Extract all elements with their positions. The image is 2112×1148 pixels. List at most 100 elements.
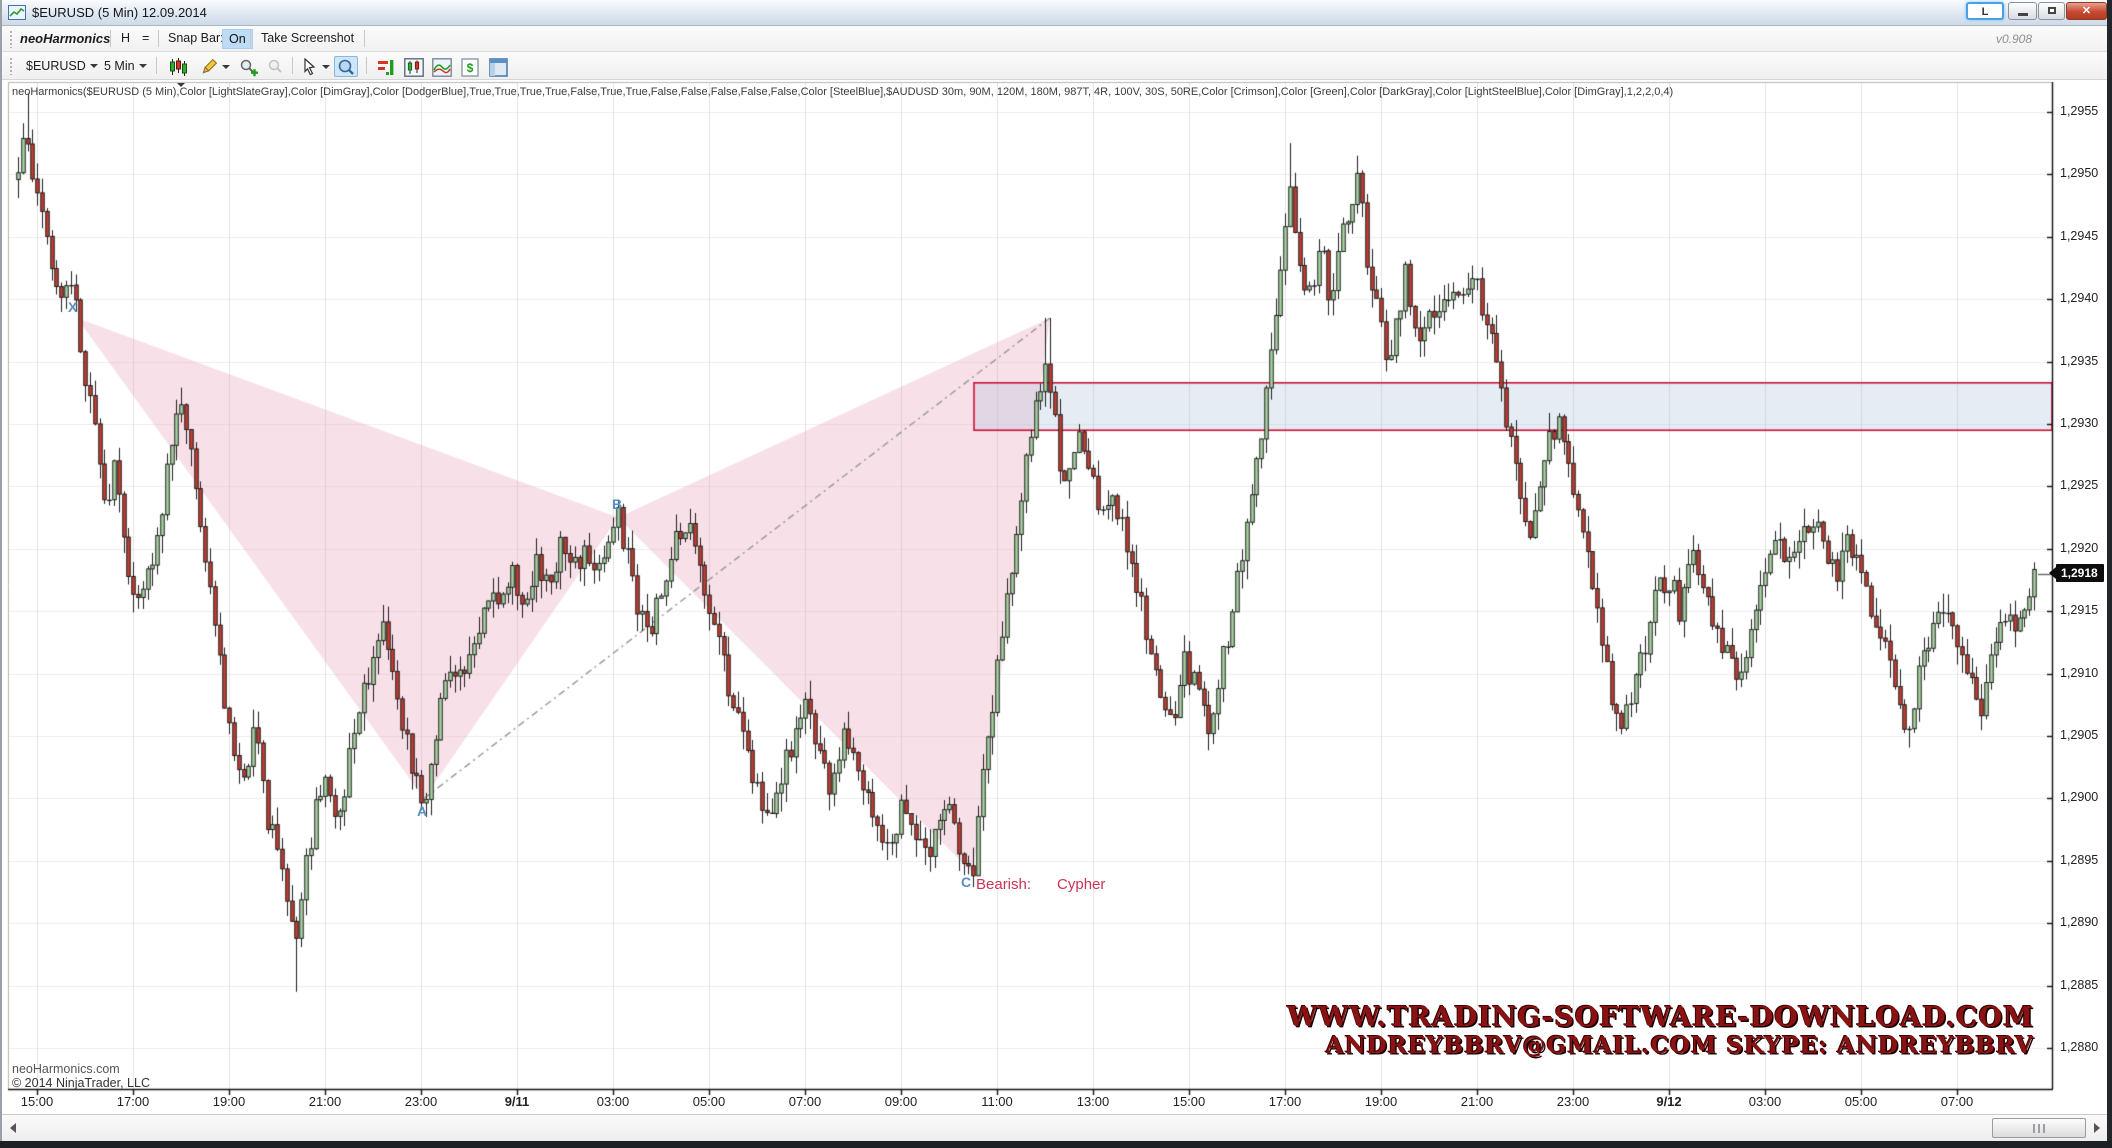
- price-tick-label: 1,2930: [2060, 416, 2098, 430]
- chart-window-icon: [404, 58, 424, 77]
- curves-icon: [432, 58, 452, 77]
- snap-bar-label: Snap Bar:: [168, 31, 224, 45]
- time-tick-label: 21:00: [295, 1094, 355, 1109]
- time-tick-label: 21:00: [1447, 1094, 1507, 1109]
- price-tick-label: 1,2905: [2060, 728, 2098, 742]
- indicators-button[interactable]: [374, 56, 398, 77]
- close-button[interactable]: ✕: [2066, 2, 2107, 20]
- window-frame: [0, 0, 2, 1148]
- close-icon: ✕: [2082, 5, 2091, 17]
- chevron-down-icon: [222, 65, 230, 69]
- draw-tools-button[interactable]: [199, 56, 231, 77]
- window-frame: [2107, 0, 2112, 1148]
- symbol-toolbar: $EURUSD 5 Min: [0, 52, 2112, 80]
- interval-selector[interactable]: 5 Min: [104, 59, 147, 73]
- scroll-right-icon[interactable]: [2094, 1123, 2100, 1133]
- zoom-out-icon: [266, 58, 285, 77]
- horizontal-scrollbar[interactable]: [0, 1114, 2112, 1141]
- titlebar[interactable]: $EURUSD (5 Min) 12.09.2014 L ✕: [0, 0, 2112, 26]
- price-tick-label: 1,2890: [2060, 915, 2098, 929]
- time-tick-label: 15:00: [7, 1094, 67, 1109]
- time-tick-label: 15:00: [1159, 1094, 1219, 1109]
- take-screenshot-button[interactable]: Take Screenshot: [261, 31, 354, 45]
- thumb-grip-icon: [2033, 1124, 2045, 1133]
- price-tick-label: 1,2900: [2060, 790, 2098, 804]
- time-tick-label: 03:00: [1735, 1094, 1795, 1109]
- scrollbar-thumb[interactable]: [1992, 1118, 2086, 1138]
- pattern-point-B: B: [612, 496, 622, 512]
- ninjatrader-chart-window: $EURUSD (5 Min) 12.09.2014 L ✕ neoHarmon…: [0, 0, 2112, 1148]
- data-panel-button[interactable]: [486, 56, 510, 77]
- price-tick-label: 1,2950: [2060, 166, 2098, 180]
- separator: [366, 57, 367, 74]
- pattern-point-A: A: [417, 803, 427, 819]
- account-button[interactable]: $: [458, 56, 482, 77]
- toolbar-grip[interactable]: [9, 30, 13, 48]
- time-tick-label: 03:00: [583, 1094, 643, 1109]
- price-chart-canvas[interactable]: [0, 0, 2112, 1148]
- price-tick-label: 1,2920: [2060, 541, 2098, 555]
- chevron-down-icon: [139, 64, 147, 68]
- scroll-left-icon[interactable]: [10, 1123, 16, 1133]
- snap-bar-toggle[interactable]: On: [222, 29, 253, 49]
- footer-copyright-label: © 2014 NinjaTrader, LLC: [12, 1076, 150, 1090]
- magnifier-icon: [337, 58, 356, 77]
- pattern-point-C: C: [961, 874, 971, 890]
- minimize-button[interactable]: [2008, 2, 2037, 20]
- zoom-in-button[interactable]: [236, 56, 260, 77]
- indicator-parameters-text: neoHarmonics($EURUSD (5 Min),Color [Ligh…: [12, 86, 1673, 98]
- zoom-in-icon: [239, 58, 258, 77]
- window-frame: [0, 1141, 2112, 1148]
- watermark: WWW.TRADING-SOFTWARE-DOWNLOAD.COM ANDREY…: [1287, 1002, 2034, 1059]
- chart-window-button[interactable]: [402, 56, 426, 77]
- zoom-out-button[interactable]: [263, 56, 287, 77]
- watermark-line2: ANDREYBBRV@GMAIL.COM SKYPE: ANDREYBBRV: [1287, 1033, 2034, 1059]
- time-tick-label: 17:00: [103, 1094, 163, 1109]
- pencil-icon: [200, 58, 218, 76]
- separator: [158, 30, 159, 47]
- pattern-direction: Bearish:: [976, 876, 1031, 893]
- price-tick-label: 1,2940: [2060, 291, 2098, 305]
- chevron-down-icon: [322, 65, 330, 69]
- window-title: $EURUSD (5 Min) 12.09.2014: [32, 5, 207, 20]
- time-tick-label: 17:00: [1255, 1094, 1315, 1109]
- time-tick-label: 19:00: [199, 1094, 259, 1109]
- market-analyzer-button[interactable]: [430, 56, 454, 77]
- footer-site-label: neoHarmonics.com: [12, 1062, 120, 1076]
- restore-icon: [2048, 7, 2056, 14]
- chevron-down-icon: [90, 64, 98, 68]
- cursor-icon: [301, 58, 318, 76]
- separator: [156, 57, 157, 74]
- price-tick-label: 1,2935: [2060, 354, 2098, 368]
- time-tick-label: 07:00: [775, 1094, 835, 1109]
- time-tick-label: 23:00: [391, 1094, 451, 1109]
- svg-text:$: $: [467, 61, 474, 75]
- pattern-point-X: X: [68, 299, 77, 315]
- restore-button[interactable]: [2038, 2, 2065, 20]
- dollar-icon: $: [461, 58, 479, 77]
- version-label: v0.908: [1996, 32, 2032, 46]
- price-tick-label: 1,2880: [2060, 1040, 2098, 1054]
- separator: [364, 30, 365, 47]
- symbol-selector[interactable]: $EURUSD: [26, 59, 98, 73]
- time-tick-label: 13:00: [1063, 1094, 1123, 1109]
- equals-button[interactable]: =: [142, 31, 149, 45]
- link-button[interactable]: L: [1966, 2, 2004, 20]
- magnify-mode-button[interactable]: [334, 56, 358, 77]
- cursor-mode-button[interactable]: [299, 56, 331, 77]
- price-tick-label: 1,2915: [2060, 603, 2098, 617]
- toolbar-grip[interactable]: [9, 57, 13, 75]
- time-tick-label: 19:00: [1351, 1094, 1411, 1109]
- pattern-signal-label: Bearish:Cypher: [976, 876, 1105, 893]
- time-tick-label: 07:00: [1927, 1094, 1987, 1109]
- price-tick-label: 1,2945: [2060, 229, 2098, 243]
- time-tick-label: 05:00: [1831, 1094, 1891, 1109]
- price-tick-label: 1,2910: [2060, 666, 2098, 680]
- time-tick-label: 9/11: [487, 1094, 547, 1109]
- h-button[interactable]: H: [121, 31, 130, 45]
- time-tick-label: 09:00: [871, 1094, 931, 1109]
- indicator-toolbar: neoHarmonics H = Snap Bar: On Take Scree…: [0, 26, 2112, 52]
- minimize-icon: [2018, 13, 2028, 16]
- time-tick-label: 23:00: [1543, 1094, 1603, 1109]
- chart-style-button[interactable]: [163, 56, 195, 77]
